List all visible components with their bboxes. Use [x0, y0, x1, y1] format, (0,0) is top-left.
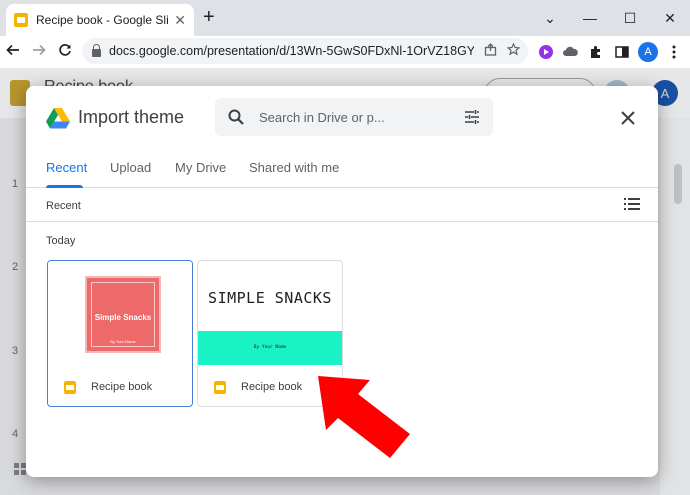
reload-icon[interactable]: [52, 42, 78, 62]
annotation-arrow-icon: [318, 376, 410, 458]
profile-avatar[interactable]: A: [636, 36, 660, 68]
share-icon[interactable]: [484, 43, 497, 59]
search-options-icon[interactable]: [463, 108, 481, 126]
google-drive-logo-icon: [46, 108, 70, 129]
breadcrumb-bar: Recent: [26, 188, 658, 222]
maximize-icon[interactable]: ☐: [610, 10, 650, 27]
forward-arrow-icon[interactable]: [26, 42, 52, 62]
scrollbar-thumb: [674, 164, 682, 204]
address-bar[interactable]: docs.google.com/presentation/d/13Wn-5GwS…: [82, 38, 528, 64]
lock-icon[interactable]: [92, 43, 101, 57]
close-icon[interactable]: [618, 108, 638, 128]
dialog-tabs: Recent Upload My Drive Shared with me: [26, 152, 658, 188]
browser-tab[interactable]: Recipe book - Google Slides ✕: [6, 4, 194, 36]
thumbnail-band: By Your Name: [198, 331, 342, 365]
tab-search-icon[interactable]: ⌄: [530, 10, 570, 27]
chrome-menu-icon[interactable]: [662, 36, 686, 68]
url-text[interactable]: docs.google.com/presentation/d/13Wn-5GwS…: [109, 44, 474, 58]
slide-number: 1: [12, 178, 19, 190]
file-name: Recipe book: [241, 381, 303, 393]
google-slides-file-icon: [214, 380, 226, 394]
browser-tab-strip: Recipe book - Google Slides ✕ + ⌄ — ☐ ✕: [0, 0, 690, 36]
extension-purple-icon[interactable]: [534, 36, 558, 68]
new-tab-button[interactable]: +: [203, 7, 215, 27]
tab-close-icon[interactable]: ✕: [174, 12, 186, 29]
extensions-puzzle-icon[interactable]: [584, 36, 608, 68]
tab-recent[interactable]: Recent: [46, 160, 87, 175]
file-name: Recipe book: [91, 381, 153, 393]
thumbnail-slide: Simple Snacks By Your Name: [85, 276, 161, 353]
drive-search-box[interactable]: Search in Drive or p...: [215, 98, 493, 136]
list-view-icon[interactable]: [624, 197, 640, 211]
tab-upload[interactable]: Upload: [110, 160, 151, 175]
thumbnail-subtitle: By Your Name: [110, 339, 136, 344]
thumbnail-subtitle: By Your Name: [253, 345, 287, 350]
grid-view-icon: [14, 463, 26, 475]
file-thumbnail[interactable]: SIMPLE SNACKS By Your Name: [198, 261, 342, 367]
section-heading: Today: [46, 235, 76, 247]
side-rail: [660, 118, 690, 495]
minimize-icon[interactable]: —: [570, 10, 610, 26]
thumbnail-title: Simple Snacks: [94, 313, 152, 322]
google-slides-file-icon: [64, 380, 76, 394]
tab-shared-with-me[interactable]: Shared with me: [249, 160, 339, 175]
browser-toolbar: docs.google.com/presentation/d/13Wn-5GwS…: [0, 36, 690, 68]
browser-tab-title: Recipe book - Google Slides: [36, 13, 169, 27]
slide-number: 4: [12, 428, 19, 440]
search-icon[interactable]: [227, 108, 245, 126]
window-controls: ⌄ — ☐ ✕: [530, 0, 690, 36]
dialog-title: Import theme: [78, 107, 185, 127]
google-slides-favicon-icon: [14, 13, 28, 27]
slide-number: 2: [12, 261, 19, 273]
slide-filmstrip: 1 2 3 4: [0, 118, 26, 495]
breadcrumb[interactable]: Recent: [46, 200, 81, 212]
thumbnail-title: SIMPLE SNACKS: [208, 289, 332, 307]
file-card-footer[interactable]: Recipe book: [48, 367, 192, 406]
back-arrow-icon[interactable]: [0, 42, 26, 62]
extension-cloud-icon[interactable]: [558, 36, 582, 68]
search-input[interactable]: Search in Drive or p...: [259, 110, 463, 125]
file-card[interactable]: Simple Snacks By Your Name Recipe book: [47, 260, 193, 407]
bookmark-star-icon[interactable]: [506, 42, 521, 59]
file-thumbnail[interactable]: Simple Snacks By Your Name: [48, 261, 192, 367]
slide-number: 3: [12, 345, 19, 357]
tab-my-drive[interactable]: My Drive: [175, 160, 226, 175]
window-close-icon[interactable]: ✕: [650, 10, 690, 27]
side-panel-icon[interactable]: [610, 36, 634, 68]
